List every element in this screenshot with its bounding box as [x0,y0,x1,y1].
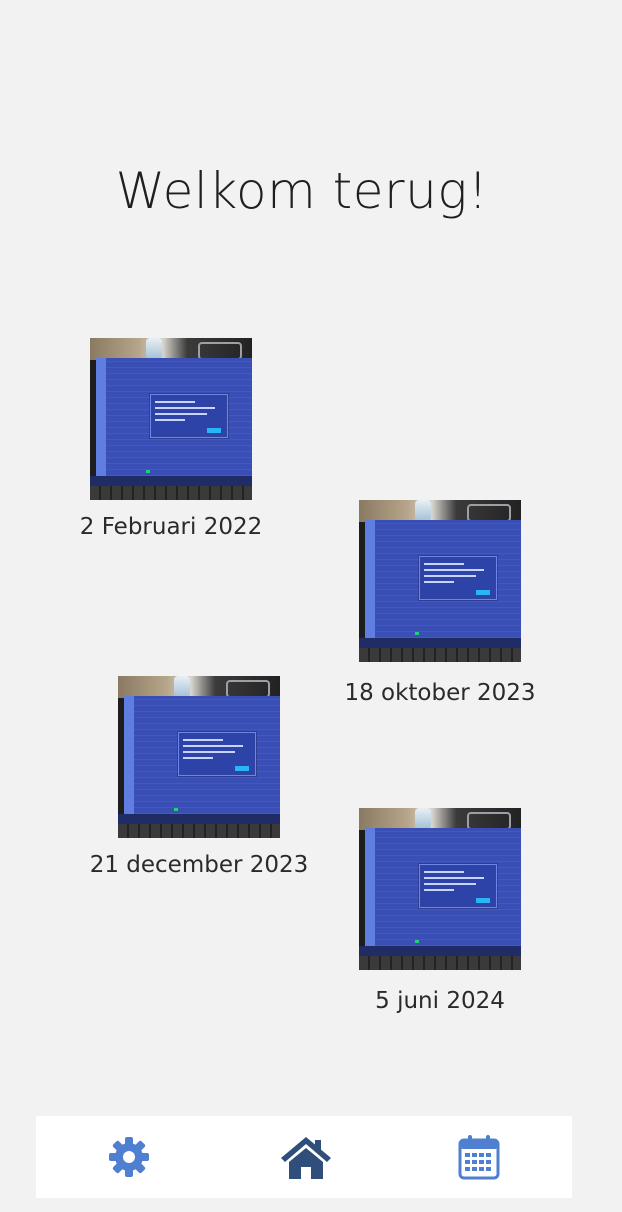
entry-thumbnail[interactable] [118,676,280,838]
nav-calendar-button[interactable] [454,1132,504,1182]
entry-card[interactable]: 5 juni 2024 [359,808,521,1018]
entry-date: 2 Februari 2022 [79,514,263,540]
entry-card[interactable]: 2 Februari 2022 [80,338,262,548]
entry-thumbnail[interactable] [359,808,521,970]
calendar-icon [458,1135,500,1180]
page-title: Welkom terug! [115,162,489,220]
entry-thumbnail[interactable] [359,500,521,662]
nav-settings-button[interactable] [104,1132,154,1182]
gear-icon [109,1137,149,1177]
home-icon [281,1137,331,1179]
entry-date: 21 december 2023 [89,852,309,878]
bottom-nav [36,1116,572,1198]
entry-card[interactable]: 21 december 2023 [90,676,308,886]
entry-date: 5 juni 2024 [375,988,505,1014]
entry-card[interactable]: 18 oktober 2023 [344,500,536,720]
nav-home-button[interactable] [278,1132,334,1182]
page: { "header": { "title": "Welkom terug!" }… [0,0,622,1212]
entry-thumbnail[interactable] [90,338,252,500]
entry-date: 18 oktober 2023 [344,680,536,706]
